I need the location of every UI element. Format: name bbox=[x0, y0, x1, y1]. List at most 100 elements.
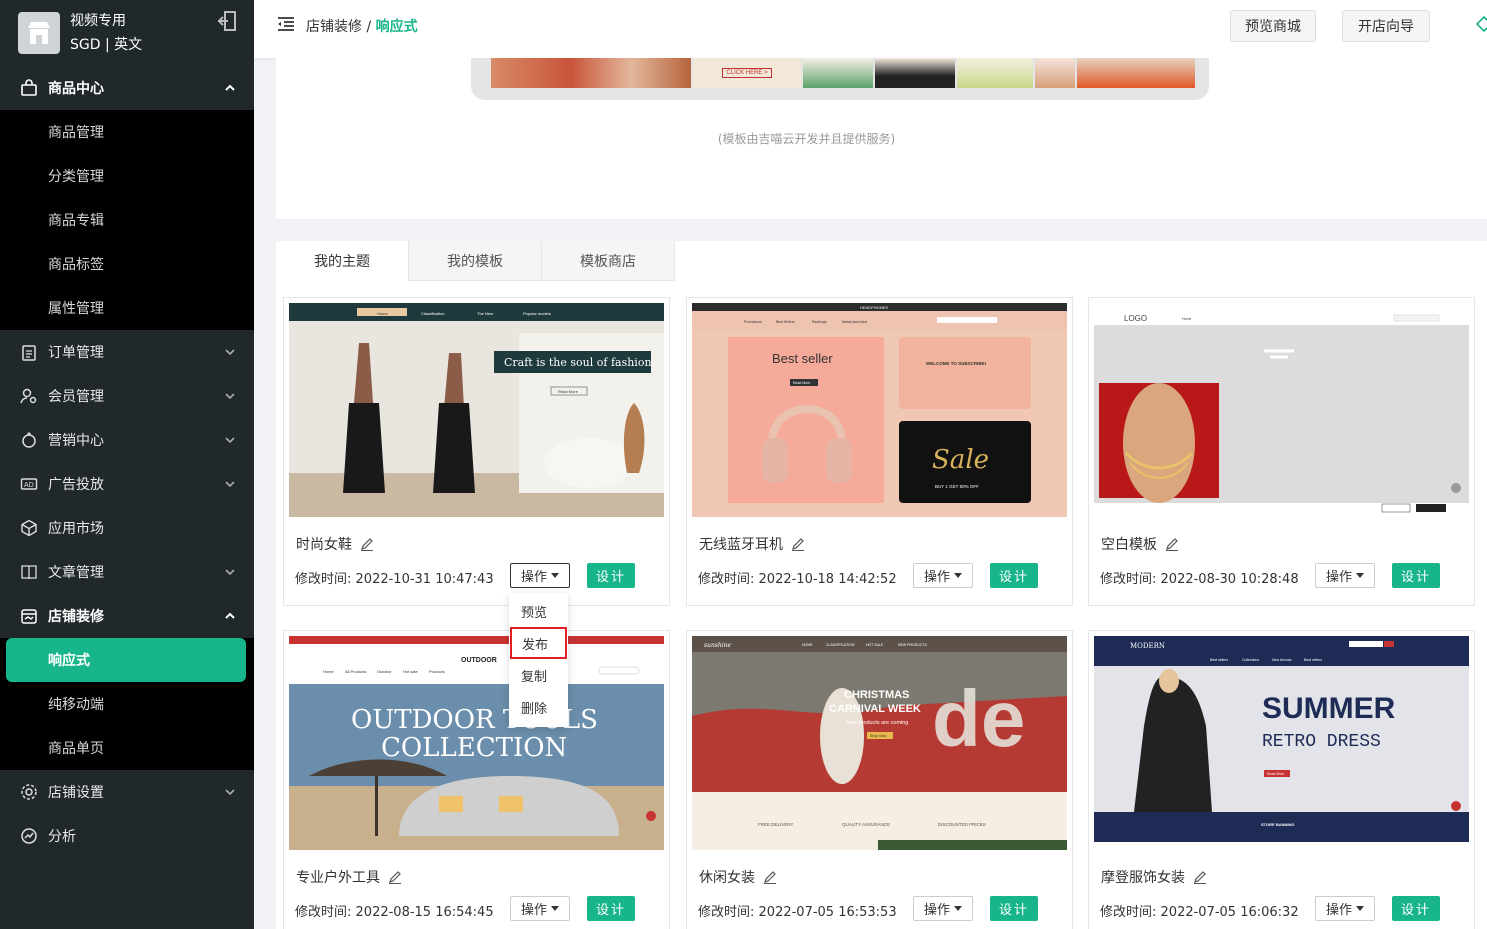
store-language: 英文 bbox=[114, 37, 143, 53]
thumb-nav-item: Best sellers bbox=[1304, 658, 1322, 662]
menu-marketing[interactable]: 营销中心 bbox=[0, 418, 254, 462]
design-button[interactable]: 设计 bbox=[1392, 896, 1440, 921]
diamond-icon[interactable] bbox=[1476, 16, 1487, 32]
thumb-nav-item: Popular models bbox=[523, 311, 551, 316]
thumb-sale-sub: BUY 1 GET 50% OFF bbox=[935, 484, 979, 489]
thumb-nav-item: Home bbox=[323, 669, 334, 674]
thumb-headline: RETRO DRESS bbox=[1262, 732, 1381, 752]
store-switcher[interactable]: 视频专用 SGD | 英文 bbox=[0, 0, 254, 66]
analytics-icon bbox=[20, 827, 38, 845]
theme-name: 休闲女装 bbox=[699, 870, 755, 886]
sidebar-item-product-tags[interactable]: 商品标签 bbox=[0, 242, 254, 286]
menu-app-market[interactable]: 应用市场 bbox=[0, 506, 254, 550]
thumb-cta: Shop Now bbox=[870, 734, 887, 738]
menu-articles[interactable]: 文章管理 bbox=[0, 550, 254, 594]
sidebar-item-product-album[interactable]: 商品专辑 bbox=[0, 198, 254, 242]
theme-name: 无线蓝牙耳机 bbox=[699, 537, 783, 553]
theme-name: 时尚女鞋 bbox=[296, 537, 352, 553]
banner-cta: CLICK HERE > bbox=[722, 68, 772, 78]
design-button[interactable]: 设计 bbox=[587, 563, 635, 588]
thumb-nav-home: Home bbox=[1182, 317, 1191, 321]
edit-pencil-icon[interactable] bbox=[763, 870, 777, 884]
theme-thumbnail[interactable]: HEADPHONES Promotions Best Sellers Ranki… bbox=[692, 303, 1067, 517]
theme-modified-time: 修改时间: 2022-08-30 10:28:48 bbox=[1100, 572, 1299, 587]
thumb-nav-item: Promotions bbox=[744, 320, 762, 324]
theme-thumbnail[interactable]: sunshine HOME CLASSIFICATION HOT SALE NE… bbox=[692, 636, 1067, 850]
design-button[interactable]: 设计 bbox=[990, 563, 1038, 588]
theme-name: 专业户外工具 bbox=[296, 870, 380, 886]
thumb-cta: Read More bbox=[793, 381, 810, 385]
sidebar-item-mobile-only[interactable]: 纯移动端 bbox=[0, 682, 254, 726]
menu-analytics[interactable]: 分析 bbox=[0, 814, 254, 858]
edit-pencil-icon[interactable] bbox=[1165, 537, 1179, 551]
sidebar-item-product-single-page[interactable]: 商品单页 bbox=[0, 726, 254, 770]
thumb-nav-item: Collections bbox=[1242, 658, 1259, 662]
thumb-nav-item: Classification bbox=[421, 311, 445, 316]
edit-pencil-icon[interactable] bbox=[1193, 870, 1207, 884]
menu-item-publish[interactable]: 发布 bbox=[510, 627, 567, 659]
thumb-nav-item: Best Sellers bbox=[776, 320, 795, 324]
breadcrumb-parent[interactable]: 店铺装修 bbox=[306, 19, 362, 35]
theme-modified-time: 修改时间: 2022-10-31 10:47:43 bbox=[295, 572, 494, 587]
chevron-down-icon bbox=[225, 393, 235, 400]
thumb-headline: COLLECTION bbox=[381, 733, 567, 763]
tab-my-templates[interactable]: 我的模板 bbox=[409, 241, 542, 281]
menu-store-decoration[interactable]: 店铺装修 bbox=[0, 594, 254, 638]
thumb-brand: sunshine bbox=[704, 642, 732, 649]
chevron-down-icon bbox=[225, 349, 235, 356]
design-button[interactable]: 设计 bbox=[587, 896, 635, 921]
breadcrumb: 店铺装修 / 响应式 bbox=[306, 19, 418, 35]
thumb-nav-item: New Arrivals bbox=[1272, 658, 1292, 662]
menu-item-copy[interactable]: 复制 bbox=[509, 659, 568, 691]
thumb-brand: OUTDOOR bbox=[461, 657, 497, 664]
menu-item-delete[interactable]: 删除 bbox=[509, 691, 568, 723]
operation-dropdown-button[interactable]: 操作 bbox=[913, 563, 973, 588]
chevron-up-icon bbox=[225, 84, 235, 91]
design-button[interactable]: 设计 bbox=[1392, 563, 1440, 588]
theme-modified-time: 修改时间: 2022-07-05 16:53:53 bbox=[698, 905, 897, 920]
thumb-nav-item: HOME bbox=[802, 643, 813, 647]
operation-dropdown-button[interactable]: 操作 bbox=[510, 563, 570, 588]
tab-template-store[interactable]: 模板商店 bbox=[542, 241, 675, 281]
sidebar-item-attribute-management[interactable]: 属性管理 bbox=[0, 286, 254, 330]
svg-text:de: de bbox=[932, 674, 1025, 763]
caret-down-icon bbox=[954, 906, 962, 911]
theme-thumbnail[interactable]: Home Classification The New Popular mode… bbox=[289, 303, 664, 517]
thumb-headline: CARNIVAL WEEK bbox=[829, 703, 921, 715]
sidebar-item-product-management[interactable]: 商品管理 bbox=[0, 110, 254, 154]
theme-modified-time: 修改时间: 2022-08-15 16:54:45 bbox=[295, 905, 494, 920]
store-decor-icon bbox=[20, 607, 38, 625]
cube-icon bbox=[20, 519, 38, 537]
menu-ads[interactable]: AD 广告投放 bbox=[0, 462, 254, 506]
edit-pencil-icon[interactable] bbox=[388, 870, 402, 884]
clipboard-icon bbox=[20, 343, 38, 361]
menu-members[interactable]: 会员管理 bbox=[0, 374, 254, 418]
menu-product-center[interactable]: 商品中心 bbox=[0, 66, 254, 110]
sidebar-item-category-management[interactable]: 分类管理 bbox=[0, 154, 254, 198]
tab-my-themes[interactable]: 我的主题 bbox=[276, 241, 409, 281]
menu-item-preview[interactable]: 预览 bbox=[509, 595, 568, 627]
store-guide-button[interactable]: 开店向导 bbox=[1342, 10, 1430, 42]
edit-pencil-icon[interactable] bbox=[791, 537, 805, 551]
chevron-up-icon bbox=[225, 612, 235, 619]
design-button[interactable]: 设计 bbox=[990, 896, 1038, 921]
sidebar-item-responsive[interactable]: 响应式 bbox=[6, 638, 246, 682]
sidebar: 视频专用 SGD | 英文 商品中心 商品管理 分类管理 商品专辑 商品标签 属… bbox=[0, 0, 254, 929]
menu-fold-icon[interactable] bbox=[276, 14, 296, 34]
preview-mall-button[interactable]: 预览商城 bbox=[1230, 10, 1316, 42]
operation-dropdown-button[interactable]: 操作 bbox=[1315, 563, 1375, 588]
theme-thumbnail[interactable]: OUTDOOR Home All Products Outdoor Hot sa… bbox=[289, 636, 664, 850]
theme-thumbnail[interactable]: LOGO Home bbox=[1094, 303, 1469, 517]
operation-dropdown-button[interactable]: 操作 bbox=[913, 896, 973, 921]
menu-store-settings[interactable]: 店铺设置 bbox=[0, 770, 254, 814]
menu-orders[interactable]: 订单管理 bbox=[0, 330, 254, 374]
theme-modified-time: 修改时间: 2022-07-05 16:06:32 bbox=[1100, 905, 1299, 920]
caret-down-icon bbox=[551, 573, 559, 578]
logout-icon[interactable] bbox=[216, 10, 238, 32]
operation-dropdown-button[interactable]: 操作 bbox=[1315, 896, 1375, 921]
edit-pencil-icon[interactable] bbox=[360, 537, 374, 551]
theme-name: 空白模板 bbox=[1101, 537, 1157, 553]
thumb-nav-item: Rankings bbox=[812, 320, 827, 324]
theme-thumbnail[interactable]: MODERN Best sellers Collections New Arri… bbox=[1094, 636, 1469, 850]
operation-dropdown-button[interactable]: 操作 bbox=[510, 896, 570, 921]
